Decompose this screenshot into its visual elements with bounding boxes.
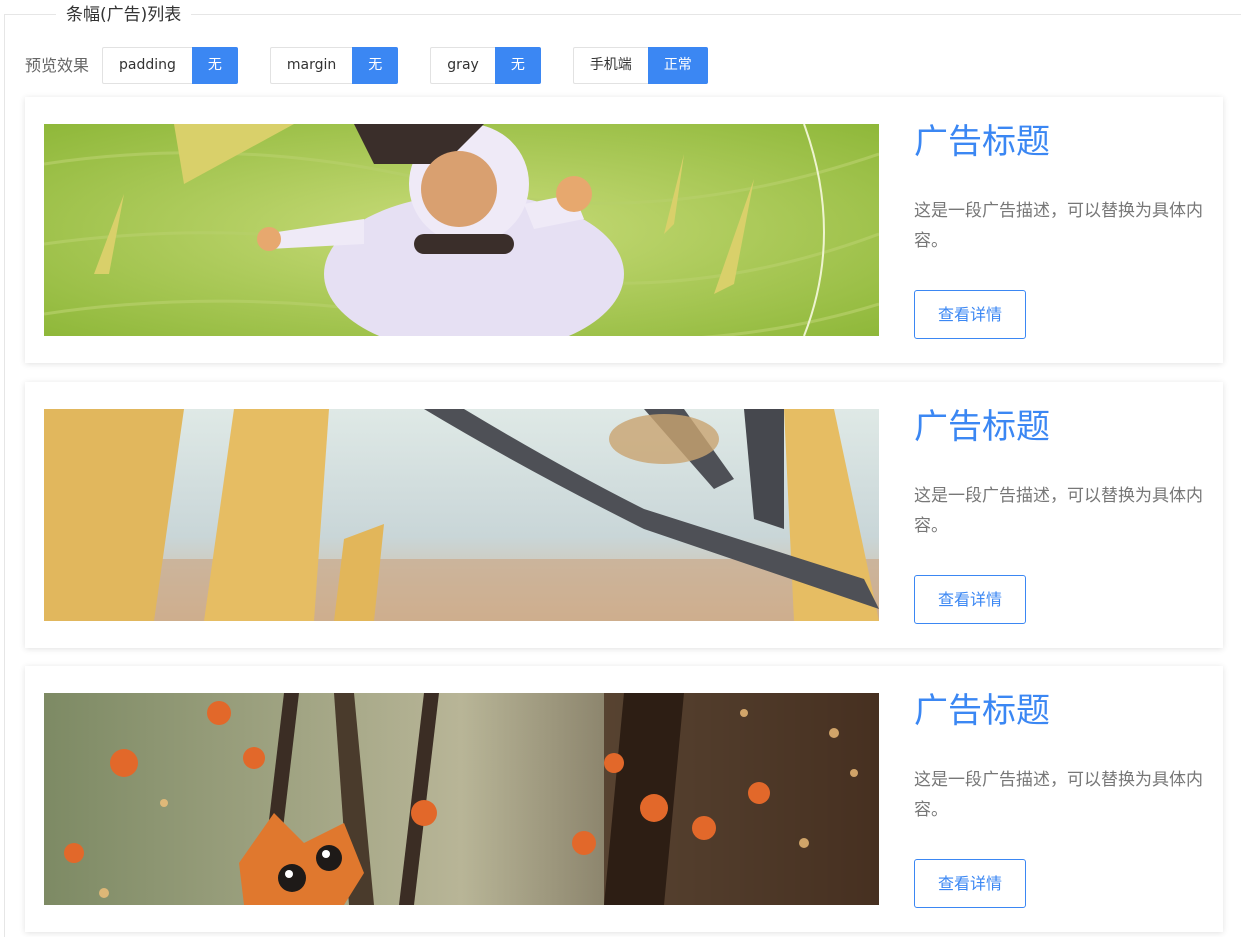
banner-card: 广告标题 这是一段广告描述，可以替换为具体内容。 查看详情 [25, 97, 1223, 363]
preview-label: 预览效果 [25, 56, 90, 75]
banner-title: 广告标题 [914, 122, 1050, 162]
preview-toolbar: 预览效果 padding 无 margin 无 gray 无 手机端 正常 [25, 47, 740, 84]
margin-toggle-value[interactable]: 无 [352, 47, 399, 84]
banner-description: 这是一段广告描述，可以替换为具体内容。 [914, 486, 1203, 536]
margin-toggle[interactable]: margin 无 [269, 47, 399, 84]
mobile-toggle[interactable]: 手机端 正常 [572, 47, 708, 84]
margin-toggle-label[interactable]: margin [269, 47, 353, 84]
banner-image-autumn-forest[interactable] [44, 409, 879, 621]
mobile-toggle-label[interactable]: 手机端 [572, 47, 648, 84]
banner-description: 这是一段广告描述，可以替换为具体内容。 [914, 201, 1203, 251]
view-details-button[interactable]: 查看详情 [914, 575, 1026, 624]
padding-toggle[interactable]: padding 无 [102, 47, 238, 84]
section-legend: 条幅(广告)列表 [56, 4, 192, 26]
banner-card: 广告标题 这是一段广告描述，可以替换为具体内容。 查看详情 [25, 666, 1223, 932]
gray-toggle[interactable]: gray 无 [430, 47, 541, 84]
banner-title: 广告标题 [914, 691, 1050, 731]
mobile-toggle-value[interactable]: 正常 [647, 47, 708, 84]
padding-toggle-label[interactable]: padding [102, 47, 192, 84]
view-details-button[interactable]: 查看详情 [914, 290, 1026, 339]
banner-card: 广告标题 这是一段广告描述，可以替换为具体内容。 查看详情 [25, 382, 1223, 648]
banner-description: 这是一段广告描述，可以替换为具体内容。 [914, 770, 1203, 820]
banner-image-cat-in-forest[interactable] [44, 693, 879, 905]
gray-toggle-label[interactable]: gray [430, 47, 495, 84]
banner-title: 广告标题 [914, 407, 1050, 447]
padding-toggle-value[interactable]: 无 [191, 47, 238, 84]
view-details-button[interactable]: 查看详情 [914, 859, 1026, 908]
banner-image-child-in-grass[interactable] [44, 124, 879, 336]
gray-toggle-value[interactable]: 无 [494, 47, 541, 84]
